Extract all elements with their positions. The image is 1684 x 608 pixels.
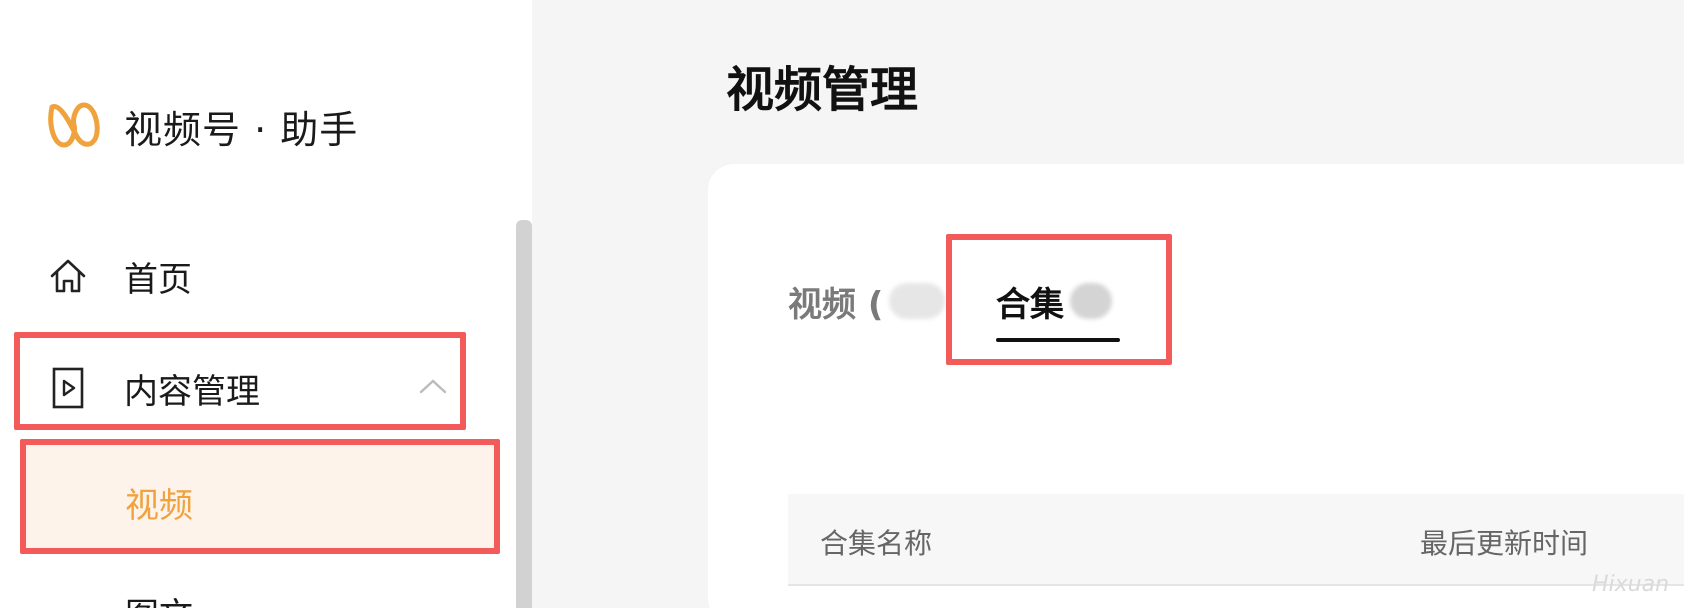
column-header-last-updated: 最后更新时间 [1420, 527, 1589, 560]
play-document-icon [46, 366, 90, 410]
sidebar-item-content-management[interactable]: 内容管理 [46, 358, 448, 418]
home-icon [46, 254, 90, 298]
column-header-collection-name: 合集名称 [820, 527, 933, 560]
sidebar-subitem-label: 视频 [125, 486, 193, 526]
sidebar-item-label: 内容管理 [124, 371, 260, 412]
tab-label: 视频 ( [788, 284, 884, 325]
channels-logo-icon [48, 102, 100, 148]
tab-video[interactable]: 视频 ( [788, 276, 946, 326]
sidebar-subitem-image-text[interactable]: 图文 [125, 588, 193, 608]
tab-label: 合集 [996, 284, 1064, 325]
logo[interactable]: 视频号 · 助手 [46, 96, 358, 156]
table-header: 合集名称 最后更新时间 [788, 494, 1684, 586]
active-tab-indicator [996, 338, 1120, 342]
page-title: 视频管理 [726, 62, 919, 118]
sidebar-scrollbar[interactable] [516, 220, 532, 608]
sidebar-item-label: 首页 [124, 259, 192, 300]
app-root: 视频号 · 助手 首页 内容管理 视频 视频管理 视频 (合集 合集名称 最后… [0, 0, 1684, 608]
sidebar: 视频号 · 助手 首页 内容管理 视频 [0, 0, 532, 608]
sidebar-subitem-video[interactable]: 视频 [22, 440, 496, 548]
tab-count-badge [889, 283, 946, 319]
logo-text: 视频号 · 助手 [124, 107, 359, 152]
watermark: Hixuan [1592, 572, 1670, 597]
tab-count-badge [1070, 283, 1112, 319]
chevron-up-icon[interactable] [418, 372, 448, 402]
sidebar-item-home[interactable]: 首页 [46, 246, 192, 306]
tab-collection[interactable]: 合集 [996, 276, 1112, 326]
